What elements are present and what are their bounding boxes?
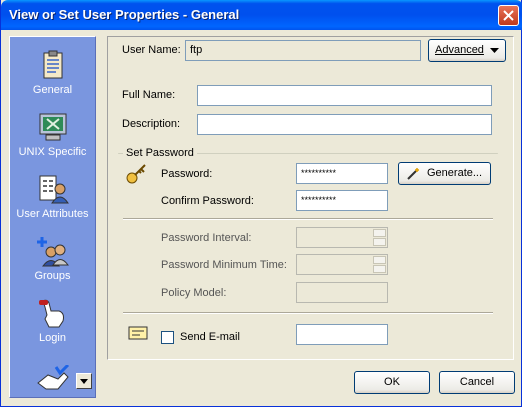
password-interval-label: Password Interval:	[161, 232, 252, 244]
email-input[interactable]	[296, 324, 388, 345]
groups-icon	[36, 237, 69, 267]
sidebar-item-login[interactable]: Login	[10, 297, 95, 344]
chevron-down-icon	[80, 379, 88, 384]
confirm-password-label: Confirm Password:	[161, 195, 254, 207]
sidebar-item-general[interactable]: General	[10, 49, 95, 96]
magic-wand-icon	[407, 168, 419, 180]
dialog-window: View or Set User Properties - General Ge…	[0, 0, 522, 407]
spinner-icon	[373, 229, 386, 246]
password-minimum-time-label: Password Minimum Time:	[161, 259, 287, 271]
confirm-password-input[interactable]: **********	[296, 190, 388, 211]
sidebar-item-user-attributes[interactable]: User Attributes	[10, 173, 95, 220]
password-input[interactable]: **********	[296, 163, 388, 184]
spinner-icon	[373, 256, 386, 273]
ok-label: OK	[384, 376, 400, 388]
sidebar-item-label: UNIX Specific	[18, 146, 87, 158]
divider	[123, 218, 493, 220]
password-label: Password:	[161, 168, 213, 180]
cancel-button[interactable]: Cancel	[439, 371, 515, 394]
close-icon	[503, 10, 514, 21]
sidebar-item-label: Login	[39, 332, 66, 344]
generate-label: Generate...	[427, 167, 483, 179]
sidebar-item-unix-specific[interactable]: UNIX Specific	[10, 111, 95, 158]
sidebar-more-button[interactable]	[76, 373, 92, 389]
sidebar-item-label: Groups	[34, 270, 71, 282]
send-email-label: Send E-mail	[180, 331, 240, 343]
title-bar[interactable]: View or Set User Properties - General	[1, 0, 522, 30]
password-minimum-time-stepper	[296, 254, 388, 275]
set-password-title: Set Password	[123, 147, 197, 159]
login-hand-icon	[38, 299, 64, 328]
clipboard-icon	[43, 50, 62, 79]
sidebar-item-label: General	[32, 84, 73, 96]
full-name-input[interactable]	[197, 85, 492, 106]
sidebar-item-groups[interactable]: Groups	[10, 235, 95, 282]
full-name-label: Full Name:	[122, 89, 176, 101]
policy-model-field	[296, 282, 388, 303]
description-input[interactable]	[197, 114, 492, 135]
close-button[interactable]	[498, 5, 519, 26]
send-email-checkbox[interactable]	[161, 331, 174, 344]
sidebar-item-label: User Attributes	[16, 208, 89, 220]
policy-model-label: Policy Model:	[161, 287, 227, 299]
password-interval-stepper	[296, 227, 388, 248]
divider	[123, 312, 493, 314]
cancel-label: Cancel	[459, 376, 495, 388]
key-icon	[126, 164, 146, 184]
sidebar: General UNIX Specific User Attributes Gr…	[9, 36, 96, 398]
window-title: View or Set User Properties - General	[9, 7, 240, 22]
ok-button[interactable]: OK	[354, 371, 430, 394]
user-attributes-icon	[39, 175, 69, 204]
description-label: Description:	[122, 118, 181, 130]
handshake-icon[interactable]	[36, 365, 70, 393]
email-icon	[128, 326, 148, 340]
generate-button[interactable]: Generate...	[398, 162, 491, 185]
unix-terminal-icon	[39, 113, 66, 141]
